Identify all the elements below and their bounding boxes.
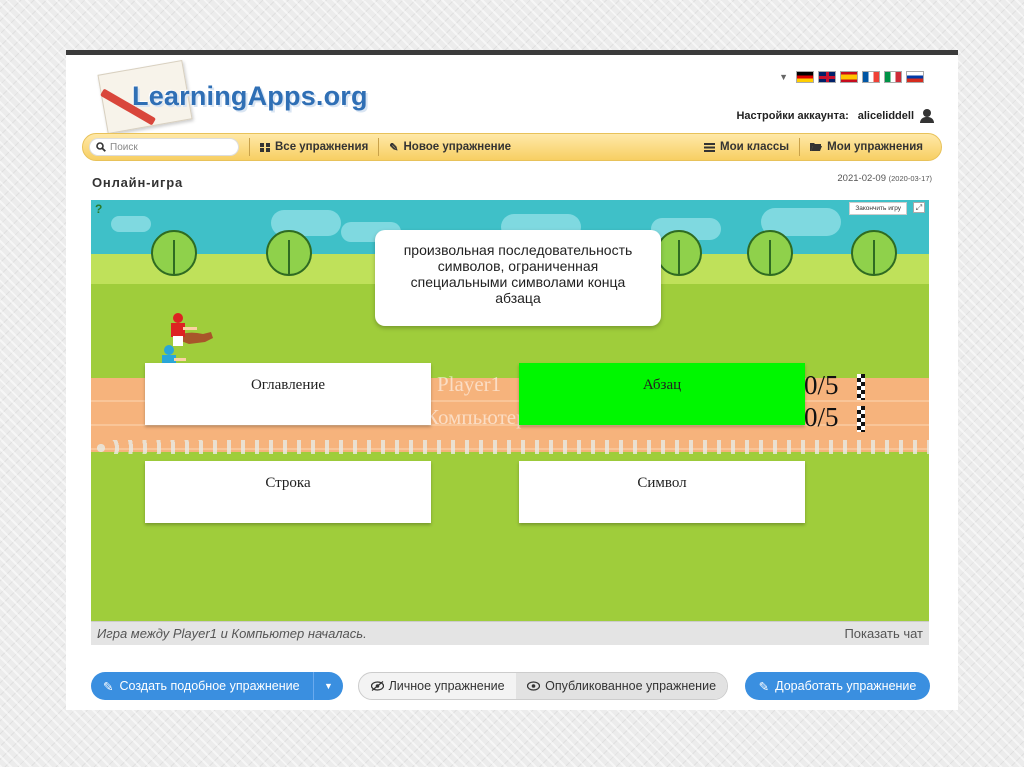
account-settings[interactable]: Настройки аккаунта: aliceliddell	[736, 109, 934, 123]
player-score: 0/5	[804, 370, 839, 400]
nav-my-exercises-label: Мои упражнения	[827, 141, 923, 153]
nav-new-exercise[interactable]: ✎ Новое упражнение	[389, 141, 511, 154]
folder-open-icon	[810, 143, 823, 151]
finish-flag-icon	[857, 406, 865, 432]
user-icon[interactable]	[920, 109, 934, 123]
question-card: произвольная последовательность символов…	[375, 230, 661, 326]
account-username[interactable]: aliceliddell	[858, 110, 914, 122]
list-icon	[704, 142, 716, 152]
grid-icon	[260, 142, 270, 152]
published-exercise-option[interactable]: Опубликованное упражнение	[516, 673, 727, 699]
answer-card[interactable]: Строка	[145, 461, 431, 523]
tree-graphic	[656, 230, 702, 276]
computer-score: 0/5	[804, 402, 839, 432]
private-exercise-label: Личное упражнение	[388, 679, 505, 693]
tree-graphic	[151, 230, 197, 276]
nav-divider	[378, 138, 380, 156]
slide-frame: LearningApps.org ▼ Настройки аккаунта: al…	[66, 50, 958, 710]
track-stones	[91, 440, 929, 454]
flag-de-icon[interactable]	[796, 71, 814, 83]
help-icon[interactable]: ?	[95, 202, 102, 216]
nav-all-exercises-label: Все упражнения	[275, 141, 369, 153]
edit-square-icon: ✎	[103, 679, 114, 694]
nav-all-exercises[interactable]: Все упражнения	[260, 141, 368, 153]
answer-card[interactable]: Абзац	[519, 363, 805, 425]
nav-new-exercise-label: Новое упражнение	[403, 141, 512, 153]
pencil-icon: ✎	[758, 679, 770, 694]
nav-divider	[249, 138, 250, 156]
flag-en-icon[interactable]	[818, 71, 836, 83]
tree-graphic	[747, 230, 793, 276]
published-exercise-label: Опубликованное упражнение	[545, 679, 717, 693]
finish-flag-icon	[857, 374, 865, 400]
game-status-bar: Игра между Player1 и Компьютер началась.…	[91, 621, 929, 645]
computer-name-ghost: Компьютер	[425, 405, 527, 429]
search-icon	[96, 142, 106, 152]
exercise-dates: 2021-02-09 (2020-03-17)	[837, 173, 932, 184]
exercise-date-original: (2020-03-17)	[888, 174, 932, 183]
tree-graphic	[851, 230, 897, 276]
fullscreen-icon[interactable]: ⤢	[913, 202, 925, 213]
site-logo[interactable]: LearningApps.org	[132, 81, 368, 112]
exercise-date: 2021-02-09	[837, 173, 886, 184]
show-chat-link[interactable]: Показать чат	[844, 626, 923, 641]
tree-graphic	[266, 230, 312, 276]
improve-exercise-label: Доработать упражнение	[775, 679, 917, 693]
chevron-down-icon[interactable]: ▼	[779, 72, 788, 82]
flag-es-icon[interactable]	[840, 71, 858, 83]
language-selector[interactable]: ▼	[779, 71, 924, 83]
create-similar-label: Создать подобное упражнение	[119, 679, 300, 693]
flag-fr-icon[interactable]	[862, 71, 880, 83]
player-name-ghost: Player1	[437, 372, 502, 396]
search-input[interactable]	[110, 141, 230, 153]
cloud-graphic	[111, 216, 151, 232]
game-status-message: Игра между Player1 и Компьютер началась.	[97, 626, 367, 641]
nav-divider	[799, 138, 801, 156]
nav-my-classes[interactable]: Мои классы	[704, 141, 789, 153]
pencil-icon: ✎	[389, 141, 399, 154]
flag-it-icon[interactable]	[884, 71, 902, 83]
main-navbar: Все упражнения ✎ Новое упражнение Мои кл…	[82, 133, 942, 161]
account-label: Настройки аккаунта:	[736, 110, 849, 122]
answer-card[interactable]: Оглавление	[145, 363, 431, 425]
improve-exercise-button[interactable]: ✎ Доработать упражнение	[745, 672, 930, 700]
create-similar-button[interactable]: ✎ Создать подобное упражнение ▼	[91, 672, 343, 700]
visibility-toggle: Личное упражнение Опубликованное упражне…	[358, 672, 728, 700]
page-title: Онлайн-игра	[92, 175, 184, 190]
finish-game-button[interactable]: Закончить игру	[849, 202, 907, 215]
nav-my-classes-label: Мои классы	[720, 141, 790, 153]
eye-slash-icon	[370, 681, 384, 691]
eye-icon	[527, 681, 541, 691]
answer-card[interactable]: Символ	[519, 461, 805, 523]
game-area[interactable]: ? Закончить игру ⤢ произвольная последов…	[91, 200, 929, 645]
nav-my-exercises[interactable]: Мои упражнения	[810, 141, 923, 153]
caret-down-icon[interactable]: ▼	[313, 672, 343, 700]
search-box[interactable]	[89, 138, 239, 156]
private-exercise-option[interactable]: Личное упражнение	[359, 673, 516, 699]
flag-ru-icon[interactable]	[906, 71, 924, 83]
